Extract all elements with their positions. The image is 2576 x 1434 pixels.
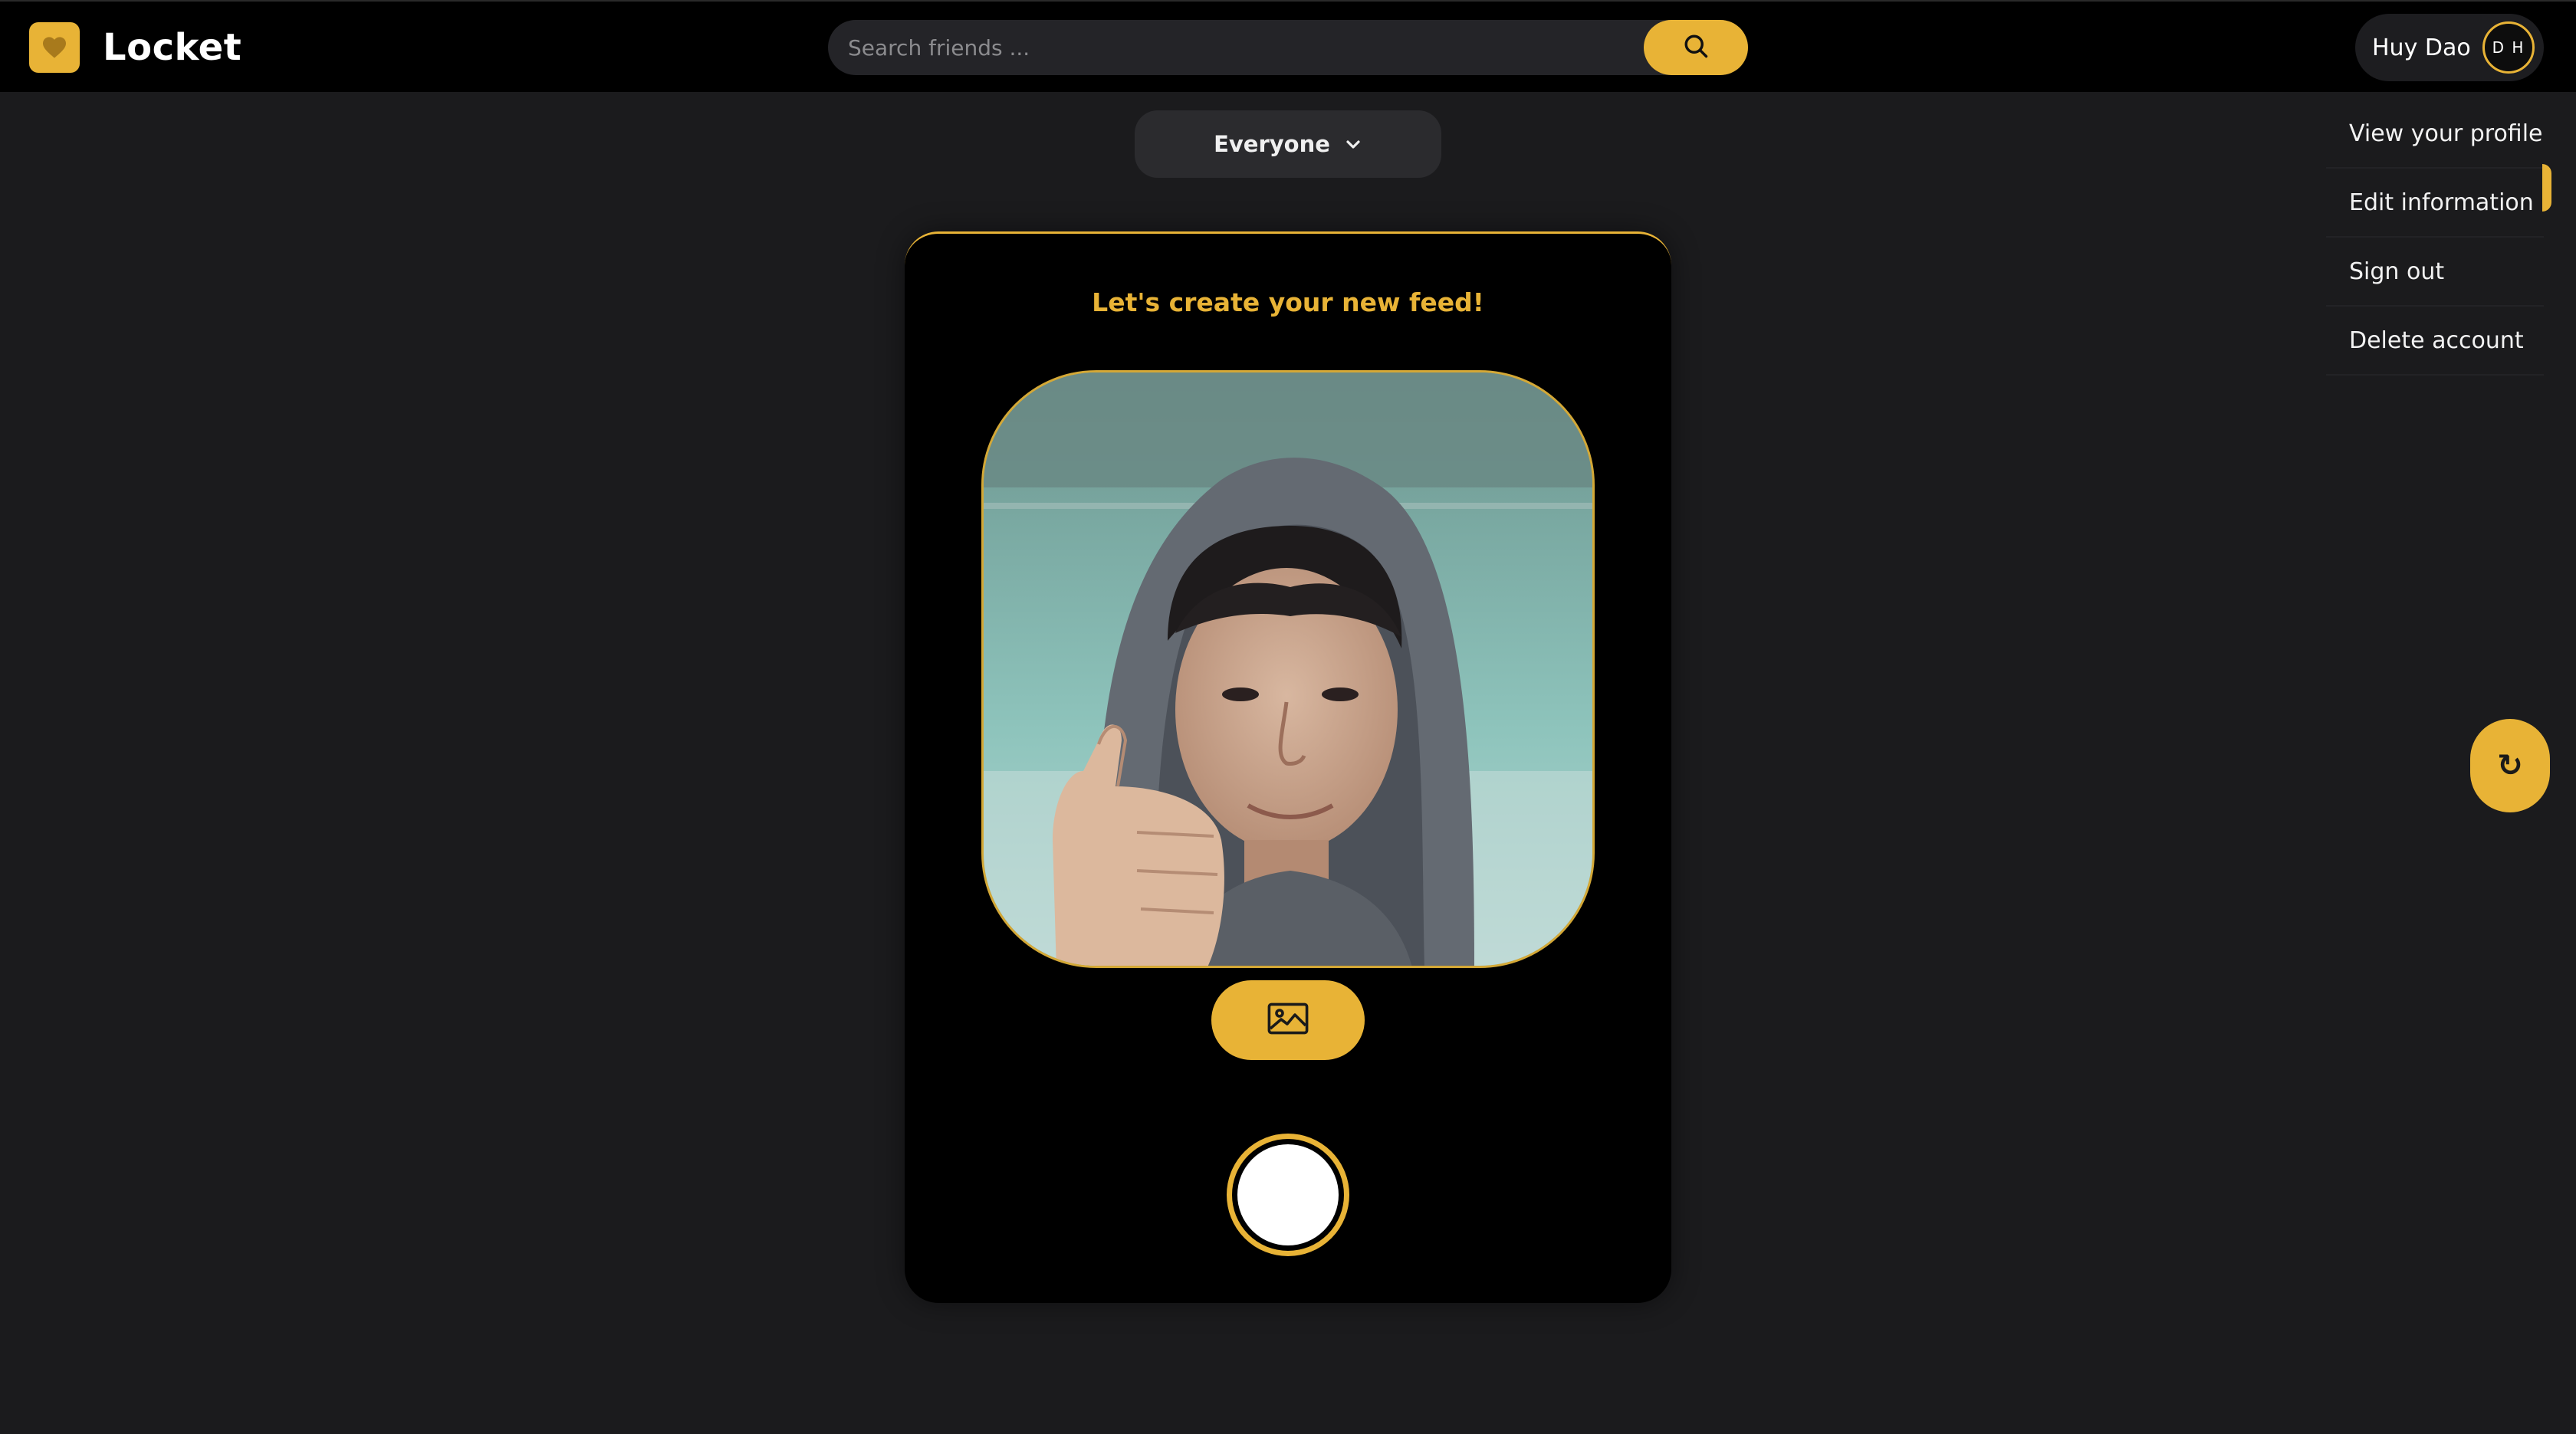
shutter-inner <box>1237 1144 1339 1245</box>
refresh-icon: ↻ <box>2497 748 2523 783</box>
brand[interactable]: Locket <box>29 21 242 74</box>
menu-item-view-profile[interactable]: View your profile <box>2326 100 2544 169</box>
search-bar <box>828 20 1748 75</box>
user-name: Huy Dao <box>2372 34 2471 61</box>
search-icon <box>1682 32 1710 63</box>
top-navigation-bar: Locket Huy Dao D H <box>0 0 2576 92</box>
audience-selector[interactable]: Everyone <box>1135 110 1441 178</box>
search-input[interactable] <box>846 20 1613 75</box>
heart-icon <box>29 22 80 73</box>
hidden-button-edge <box>2542 164 2551 212</box>
chevron-down-icon <box>1344 135 1362 153</box>
shutter-button[interactable] <box>1227 1134 1349 1256</box>
avatar: D H <box>2482 21 2535 74</box>
menu-item-sign-out[interactable]: Sign out <box>2326 238 2544 307</box>
camera-card: Let's create your new feed! <box>905 231 1671 1303</box>
app-name: Locket <box>103 26 242 69</box>
menu-item-edit-information[interactable]: Edit information <box>2326 169 2544 238</box>
refresh-button[interactable]: ↻ <box>2470 719 2550 812</box>
image-icon <box>1267 1002 1309 1038</box>
search-button[interactable] <box>1644 20 1748 75</box>
menu-item-delete-account[interactable]: Delete account <box>2326 307 2544 376</box>
audience-value: Everyone <box>1214 131 1330 157</box>
user-menu-toggle[interactable]: Huy Dao D H <box>2355 14 2544 81</box>
gallery-button[interactable] <box>1211 980 1365 1060</box>
card-title: Let's create your new feed! <box>1092 287 1484 317</box>
camera-preview <box>981 370 1595 968</box>
user-dropdown-menu: View your profile Edit information Sign … <box>2326 100 2544 376</box>
